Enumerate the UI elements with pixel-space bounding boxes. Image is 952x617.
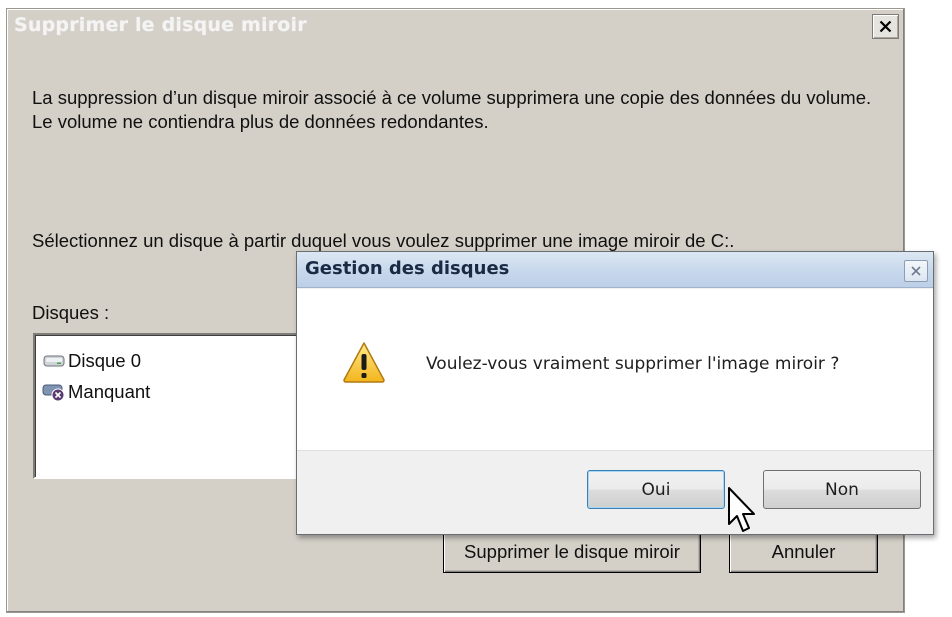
remove-mirror-title: Supprimer le disque miroir [14,14,307,36]
remove-mirror-description: La suppression d’un disque miroir associ… [32,87,872,132]
no-button[interactable]: Non [763,470,921,509]
close-icon [879,20,892,33]
disk-item-label: Manquant [68,381,151,402]
disk-item-label: Disque 0 [68,350,142,371]
confirm-close-button[interactable] [904,260,928,282]
warning-icon [343,342,385,383]
remove-mirror-close-button[interactable] [872,14,899,39]
disk-drive-icon [42,351,66,371]
confirm-title: Gestion des disques [305,258,510,279]
confirm-dialog: Gestion des disques Voulez-vous vraiment… [296,251,934,535]
remove-mirror-titlebar[interactable]: Supprimer le disque miroir [8,10,903,42]
confirm-message: Voulez-vous vraiment supprimer l'image m… [426,354,840,374]
disk-list[interactable]: Disque 0 Manquant [33,333,323,479]
confirm-titlebar[interactable]: Gestion des disques [297,252,933,288]
missing-disk-icon [42,382,66,402]
disks-label: Disques : [32,302,110,323]
confirm-body: Voulez-vous vraiment supprimer l'image m… [297,289,933,450]
screen: Supprimer le disque miroir La suppressio… [0,0,952,617]
yes-button[interactable]: Oui [587,470,725,509]
confirm-footer: Oui Non [297,450,933,534]
select-disk-prompt: Sélectionnez un disque à partir duquel v… [32,230,735,251]
list-item-manquant[interactable]: Manquant [42,380,150,404]
cancel-button[interactable]: Annuler [729,531,878,573]
list-item-disque-0[interactable]: Disque 0 [42,349,141,373]
close-icon [911,266,921,276]
remove-mirror-button[interactable]: Supprimer le disque miroir [443,531,701,573]
mouse-cursor-icon [728,487,755,532]
